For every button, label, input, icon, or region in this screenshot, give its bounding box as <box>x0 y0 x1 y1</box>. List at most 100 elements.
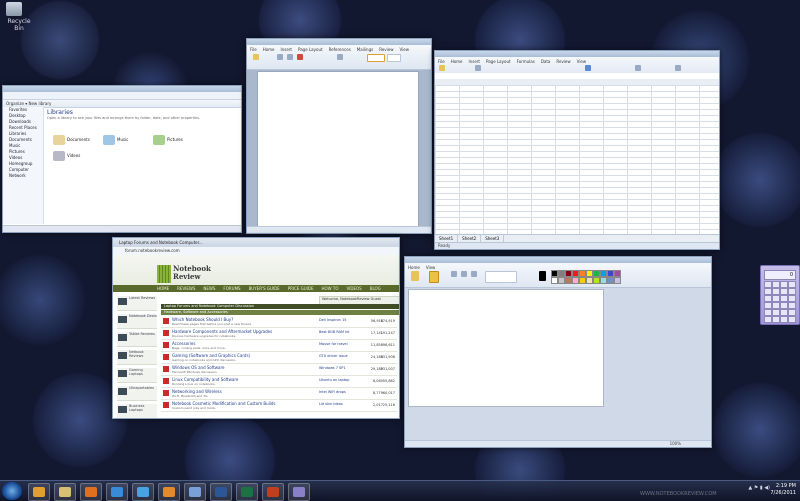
explorer-nav-pane[interactable]: Favorites Desktop Downloads Recent Places Li… <box>3 107 44 224</box>
italic-icon[interactable] <box>287 54 293 60</box>
select-icon[interactable] <box>429 271 439 283</box>
palette-swatch[interactable] <box>558 270 565 277</box>
forum-row[interactable]: Networking and Wireless Wi-Fi, Bluetooth … <box>161 388 397 400</box>
palette-swatch[interactable] <box>558 277 565 284</box>
paste-icon[interactable] <box>439 65 445 71</box>
calc-key[interactable] <box>772 309 780 316</box>
forum-row[interactable]: Which Notebook Should I Buy? Read these p… <box>161 316 397 328</box>
ribbon-tab[interactable]: File <box>247 47 260 53</box>
forum-last-post[interactable]: Best 8GB RAM kit <box>319 330 350 334</box>
palette-swatch[interactable] <box>551 277 558 284</box>
palette-swatch[interactable] <box>600 277 607 284</box>
ribbon-tab[interactable]: Review <box>553 59 573 65</box>
word-window[interactable]: File Home Insert Page Layout References Maili… <box>246 38 432 234</box>
nav-item[interactable]: Network <box>3 173 43 179</box>
excel-window[interactable]: File Home Insert Page Layout Formulas Data Rev… <box>434 50 720 250</box>
forum-row[interactable]: Gaming (Software and Graphics Cards) Gami… <box>161 352 397 364</box>
styles-gallery[interactable] <box>367 54 385 62</box>
palette-swatch[interactable] <box>572 270 579 277</box>
calc-key[interactable] <box>772 295 780 302</box>
start-button[interactable] <box>2 482 22 500</box>
align-icon[interactable] <box>337 54 343 60</box>
calc-key[interactable] <box>780 309 788 316</box>
paste-icon[interactable] <box>411 271 419 281</box>
paint-canvas[interactable] <box>408 289 604 407</box>
sidebar-link[interactable]: Ultraportables <box>117 386 157 401</box>
site-nav-item[interactable]: FORUMS <box>223 286 240 291</box>
sidebar-link[interactable]: Notebook Deals <box>117 314 157 329</box>
ribbon-tab[interactable]: Data <box>538 59 554 65</box>
site-nav-item[interactable]: BUYER'S GUIDE <box>249 286 280 291</box>
pencil-icon[interactable] <box>451 271 457 277</box>
palette-swatch[interactable] <box>579 277 586 284</box>
taskbar-calculator-button[interactable] <box>288 483 310 501</box>
calc-key[interactable] <box>772 316 780 323</box>
bold-icon[interactable] <box>277 54 283 60</box>
taskbar-powerpoint-button[interactable] <box>262 483 284 501</box>
forum-row[interactable]: Hardware Components and Aftermarket Upgr… <box>161 328 397 340</box>
sidebar-link[interactable]: Business Laptops <box>117 404 157 418</box>
taskbar-explorer-button[interactable] <box>54 483 76 501</box>
calc-key[interactable] <box>764 288 772 295</box>
text-icon[interactable] <box>471 271 477 277</box>
ribbon-tab[interactable]: Home <box>448 59 466 65</box>
calc-key[interactable] <box>788 295 796 302</box>
calc-key[interactable] <box>772 302 780 309</box>
browser-tab[interactable]: Laptop Forums and Notebook Computer... <box>113 238 399 247</box>
palette-swatch[interactable] <box>607 277 614 284</box>
forum-last-post[interactable]: Windows 7 SP1 <box>319 366 346 370</box>
fill-icon[interactable] <box>461 271 467 277</box>
sidebar-link[interactable]: Netbook Reviews <box>117 350 157 365</box>
ribbon-tab[interactable]: References <box>326 47 354 53</box>
clock[interactable]: 2:19 PM 7/26/2011 <box>770 483 796 497</box>
sidebar-link[interactable]: Latest Reviews <box>117 296 157 311</box>
calc-key[interactable] <box>788 281 796 288</box>
site-sidebar[interactable]: Latest Reviews Notebook Deals Tablet Revie… <box>117 296 157 418</box>
explorer-address-bar[interactable] <box>3 92 241 100</box>
calculator-gadget[interactable]: 0 <box>760 265 800 325</box>
recycle-bin-icon[interactable] <box>6 2 22 16</box>
calc-key[interactable] <box>788 309 796 316</box>
calc-key[interactable] <box>788 288 796 295</box>
calc-key[interactable] <box>764 281 772 288</box>
explorer-window[interactable]: Organize ▾ New library Favorites Desktop D… <box>2 85 242 233</box>
palette-swatch[interactable] <box>565 270 572 277</box>
sidebar-link[interactable]: Tablet Reviews <box>117 332 157 347</box>
bold-icon[interactable] <box>475 65 481 71</box>
site-nav-item[interactable]: HOW TO <box>322 286 339 291</box>
ribbon-tab[interactable]: Insert <box>278 47 295 53</box>
taskbar-ie-button[interactable] <box>106 483 128 501</box>
library-music[interactable]: Music <box>103 135 128 145</box>
sort-filter-icon[interactable] <box>675 65 681 71</box>
palette-swatch[interactable] <box>593 270 600 277</box>
forum-row[interactable]: Notebook Cosmetic Modification and Custo… <box>161 400 397 412</box>
palette-swatch[interactable] <box>579 270 586 277</box>
ribbon-tab[interactable]: Home <box>260 47 278 53</box>
site-nav-item[interactable]: HOME <box>157 286 169 291</box>
insert-cells-icon[interactable] <box>635 65 641 71</box>
calc-key[interactable] <box>788 302 796 309</box>
taskbar-paint-button[interactable] <box>184 483 206 501</box>
shapes-gallery[interactable] <box>485 271 517 283</box>
palette-swatch[interactable] <box>586 270 593 277</box>
paint-ribbon[interactable]: Home View <box>405 263 711 288</box>
sidebar-link[interactable]: Gaming Laptops <box>117 368 157 383</box>
site-nav-item[interactable]: BLOG <box>370 286 381 291</box>
forum-row[interactable]: Accessories Bags, cooling pads, mice and … <box>161 340 397 352</box>
palette-swatch[interactable] <box>551 270 558 277</box>
palette-swatch[interactable] <box>593 277 600 284</box>
taskbar-word-button[interactable] <box>210 483 232 501</box>
taskbar-excel-button[interactable] <box>236 483 258 501</box>
taskbar-media-player-button[interactable] <box>80 483 102 501</box>
taskbar-firefox-button[interactable] <box>158 483 180 501</box>
calc-key[interactable] <box>772 288 780 295</box>
palette-swatch[interactable] <box>614 270 621 277</box>
palette-swatch[interactable] <box>607 270 614 277</box>
calc-key[interactable] <box>780 288 788 295</box>
palette-swatch[interactable] <box>572 277 579 284</box>
site-nav-item[interactable]: VIDEOS <box>346 286 361 291</box>
forum-last-post[interactable]: Dell Inspiron 15 <box>319 318 346 322</box>
forum-last-post[interactable]: GTX driver issue <box>319 354 348 358</box>
paint-window[interactable]: Home View 100% <box>404 256 712 448</box>
word-ribbon[interactable]: File Home Insert Page Layout References Maili… <box>247 45 431 70</box>
